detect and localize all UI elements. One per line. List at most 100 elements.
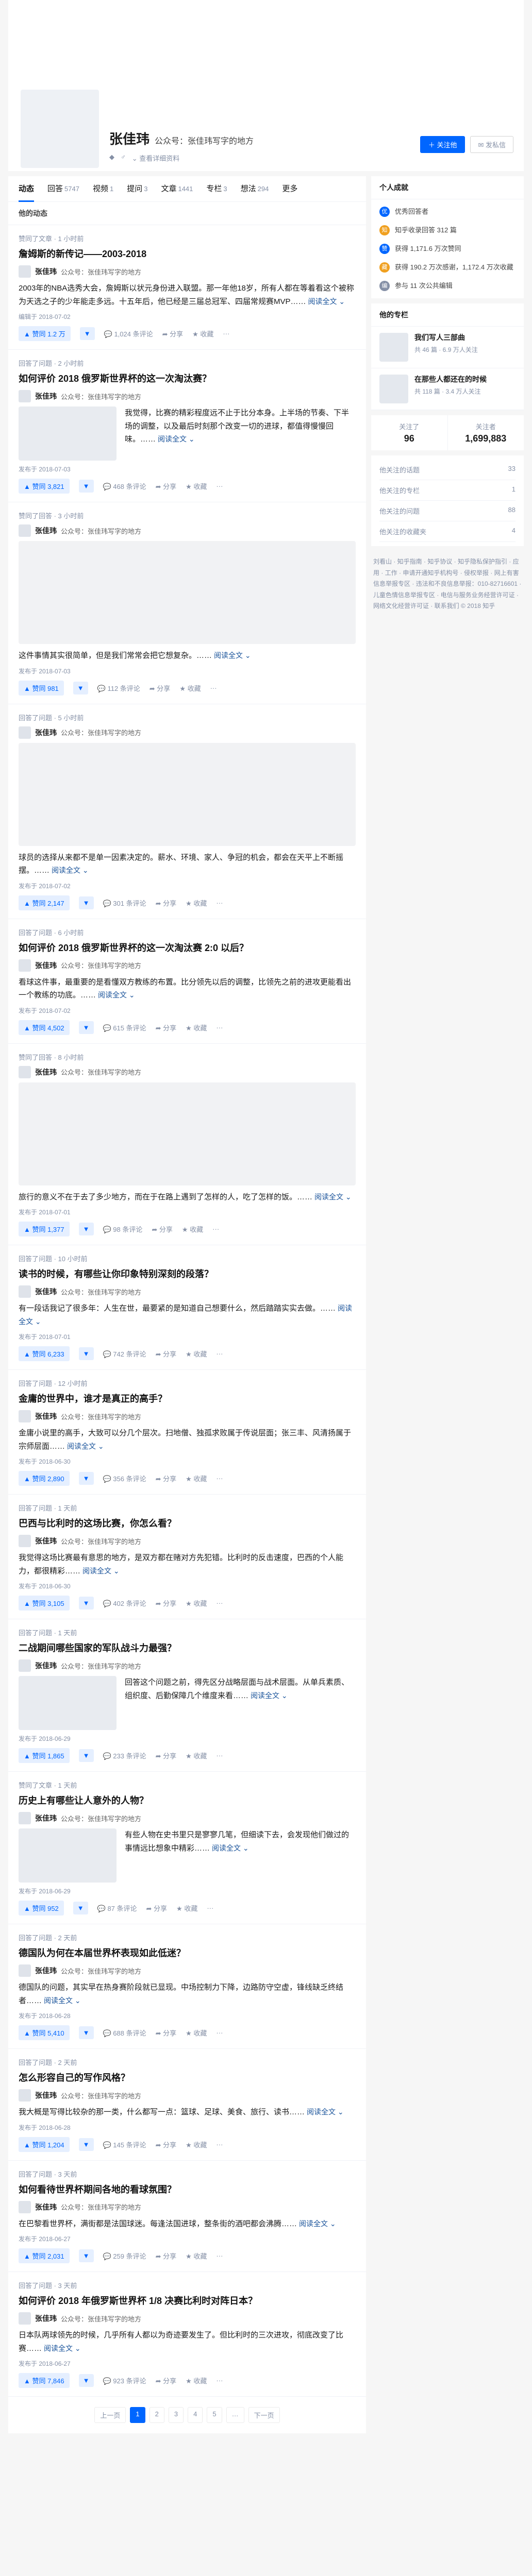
feed-title[interactable]: 怎么形容自己的写作风格？	[19, 2071, 356, 2085]
downvote-button[interactable]: ▼	[78, 896, 94, 909]
upvote-button[interactable]: ▲ 赞同 1,865	[19, 1748, 70, 1763]
follow-button[interactable]: ＋ 关注他	[420, 136, 466, 153]
favorite-button[interactable]: ★ 收藏	[186, 1473, 207, 1483]
downvote-button[interactable]: ▼	[78, 1021, 94, 1034]
comment-button[interactable]: 💬 259 条评论	[103, 2251, 146, 2261]
more-options-icon[interactable]: ···	[216, 2252, 223, 2260]
following-link[interactable]: 他关注的问题 88	[379, 501, 516, 521]
feed-content[interactable]: 日本队两球领先的时候，几乎所有人都以为奇迹要发生了。但比利时的三次进攻，彻底改变…	[19, 2329, 356, 2355]
comment-button[interactable]: 💬 923 条评论	[103, 2376, 146, 2385]
more-options-icon[interactable]: ···	[216, 1599, 223, 1607]
share-button[interactable]: ➦ 分享	[162, 329, 184, 338]
downvote-button[interactable]: ▼	[78, 2138, 94, 2151]
feed-title[interactable]: 如何看待世界杯期间各地的看球氛围？	[19, 2183, 356, 2197]
author-name[interactable]: 张佳玮	[35, 1067, 57, 1077]
author-avatar[interactable]	[19, 390, 31, 402]
author-avatar[interactable]	[19, 959, 31, 972]
feed-content[interactable]: 看球这件事，最重要的是看懂双方教练的布置。比分领先以后的调整，比领先之前的进攻更…	[19, 976, 356, 1002]
downvote-button[interactable]: ▼	[78, 480, 94, 493]
feed-content[interactable]: 旅行的意义不在于去了多少地方，而在于在路上遇到了怎样的人，吃了怎样的饭。…… 阅读…	[19, 1191, 356, 1204]
feed-content[interactable]: 这件事情其实很简单，但是我们常常会把它想复杂。…… 阅读全文 ⌄	[19, 649, 356, 663]
tab-0[interactable]: 动态	[19, 176, 35, 202]
feed-title[interactable]: 读书的时候，有哪些让你印象特别深刻的段落？	[19, 1267, 356, 1281]
column-item[interactable]: 我们写人三部曲共 46 篇 · 6.9 万人关注	[371, 327, 524, 368]
favorite-button[interactable]: ★ 收藏	[179, 683, 201, 693]
tab-5[interactable]: 专栏 3	[206, 176, 227, 202]
downvote-button[interactable]: ▼	[78, 1472, 94, 1485]
author-avatar[interactable]	[19, 726, 31, 739]
feed-thumbnail[interactable]	[19, 406, 117, 461]
favorite-button[interactable]: ★ 收藏	[186, 1751, 207, 1760]
feed-title[interactable]: 德国队为何在本届世界杯表现如此低迷？	[19, 1946, 356, 1960]
more-options-icon[interactable]: ···	[216, 2029, 223, 2037]
profile-avatar[interactable]	[19, 88, 101, 170]
downvote-button[interactable]: ▼	[78, 1597, 94, 1609]
more-options-icon[interactable]: ···	[223, 330, 229, 337]
author-name[interactable]: 张佳玮	[35, 2313, 57, 2324]
share-button[interactable]: ➦ 分享	[156, 2376, 177, 2385]
page-button[interactable]: 3	[168, 2407, 184, 2423]
feed-content[interactable]: 我大概是写得比较杂的那一类，什么都写一点：篮球、足球、美食、旅行、读书…… 阅读全…	[19, 2106, 356, 2119]
more-options-icon[interactable]: ···	[216, 2141, 223, 2148]
author-name[interactable]: 张佳玮	[35, 1965, 57, 1976]
downvote-button[interactable]: ▼	[79, 327, 95, 340]
comment-button[interactable]: 💬 301 条评论	[103, 898, 146, 908]
more-options-icon[interactable]: ···	[216, 1024, 223, 1031]
share-button[interactable]: ➦ 分享	[156, 2028, 177, 2038]
favorite-button[interactable]: ★ 收藏	[186, 1349, 207, 1359]
author-avatar[interactable]	[19, 2089, 31, 2102]
more-options-icon[interactable]: ···	[216, 482, 223, 490]
share-button[interactable]: ➦ 分享	[152, 1224, 173, 1234]
author-name[interactable]: 张佳玮	[35, 391, 57, 401]
downvote-button[interactable]: ▼	[78, 2374, 94, 2387]
author-avatar[interactable]	[19, 2312, 31, 2325]
author-name[interactable]: 张佳玮	[35, 526, 57, 536]
author-avatar[interactable]	[19, 2200, 31, 2213]
feed-title[interactable]: 巴西与比利时的这场比赛，你怎么看？	[19, 1517, 356, 1531]
comment-button[interactable]: 💬 87 条评论	[97, 1903, 137, 1913]
favorite-button[interactable]: ★ 收藏	[186, 1598, 207, 1608]
more-options-icon[interactable]: ···	[216, 899, 223, 907]
upvote-button[interactable]: ▲ 赞同 3,105	[19, 1596, 70, 1611]
share-button[interactable]: ➦ 分享	[156, 1751, 177, 1760]
downvote-button[interactable]: ▼	[78, 1749, 94, 1762]
column-title[interactable]: 我们写人三部曲	[414, 333, 478, 343]
favorite-button[interactable]: ★ 收藏	[186, 2028, 207, 2038]
read-more-link[interactable]: 阅读全文 ⌄	[158, 435, 195, 443]
comment-button[interactable]: 💬 688 条评论	[103, 2028, 146, 2038]
read-more-link[interactable]: 阅读全文 ⌄	[67, 1442, 104, 1450]
read-more-link[interactable]: 阅读全文 ⌄	[299, 2219, 336, 2228]
more-options-icon[interactable]: ···	[216, 2377, 223, 2384]
feed-content[interactable]: 回答这个问题之前，得先区分战略层面与战术层面。从单兵素质、组织度、后勤保障几个维…	[125, 1676, 356, 1730]
feed-title[interactable]: 詹姆斯的新传记——2003-2018	[19, 247, 356, 261]
author-avatar[interactable]	[19, 1659, 31, 1672]
read-more-link[interactable]: 阅读全文 ⌄	[44, 2344, 81, 2352]
author-name[interactable]: 张佳玮	[35, 960, 57, 971]
comment-button[interactable]: 💬 356 条评论	[103, 1473, 146, 1483]
read-more-link[interactable]: 阅读全文 ⌄	[98, 991, 135, 999]
author-name[interactable]: 张佳玮	[35, 1660, 57, 1671]
share-button[interactable]: ➦ 分享	[156, 481, 177, 491]
comment-button[interactable]: 💬 112 条评论	[97, 683, 140, 693]
share-button[interactable]: ➦ 分享	[156, 2251, 177, 2261]
downvote-button[interactable]: ▼	[73, 681, 88, 694]
page-button[interactable]: 下一页	[248, 2407, 280, 2423]
upvote-button[interactable]: ▲ 赞同 1,204	[19, 2137, 70, 2152]
tab-3[interactable]: 提问 3	[127, 176, 147, 202]
share-button[interactable]: ➦ 分享	[156, 1023, 177, 1032]
feed-image[interactable]	[19, 1082, 356, 1185]
read-more-link[interactable]: 阅读全文 ⌄	[212, 1844, 249, 1852]
author-name[interactable]: 张佳玮	[35, 1411, 57, 1421]
more-options-icon[interactable]: ···	[216, 1475, 223, 1482]
feed-content[interactable]: 在巴黎看世界杯，满街都是法国球迷。每逢法国进球，整条街的酒吧都会沸腾…… 阅读全文…	[19, 2217, 356, 2231]
more-options-icon[interactable]: ···	[207, 1904, 213, 1912]
read-more-link[interactable]: 阅读全文 ⌄	[52, 866, 89, 874]
feed-title[interactable]: 如何评价 2018 俄罗斯世界杯的这一次淘汰赛？	[19, 372, 356, 386]
page-button[interactable]: 1	[130, 2407, 145, 2423]
message-button[interactable]: ✉ 发私信	[470, 136, 513, 153]
author-name[interactable]: 张佳玮	[35, 727, 57, 738]
author-name[interactable]: 张佳玮	[35, 1813, 57, 1823]
author-avatar[interactable]	[19, 1410, 31, 1422]
author-name[interactable]: 张佳玮	[35, 2090, 57, 2100]
share-button[interactable]: ➦ 分享	[156, 898, 177, 908]
